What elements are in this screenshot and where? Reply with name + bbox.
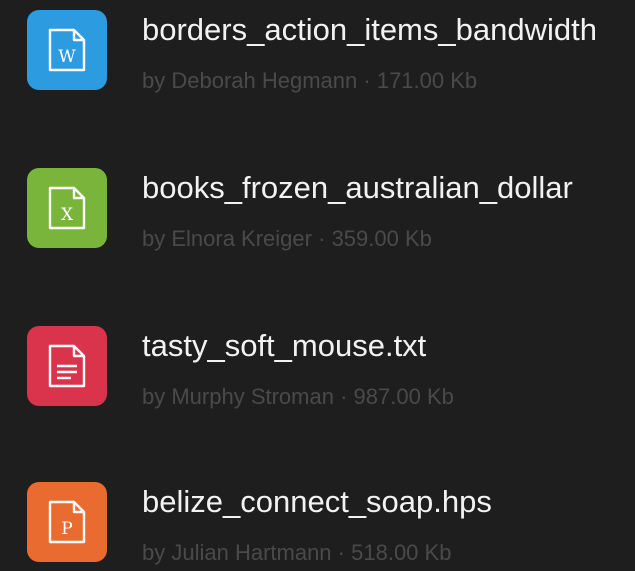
- file-list: W borders_action_items_bandwidth by Debo…: [0, 0, 635, 571]
- file-name: belize_connect_soap.hps: [142, 484, 492, 519]
- file-size: 518.00 Kb: [351, 540, 452, 565]
- text-document-icon: [27, 326, 107, 406]
- file-list-item[interactable]: X books_frozen_australian_dollar by Elno…: [0, 158, 635, 258]
- file-list-item[interactable]: W borders_action_items_bandwidth by Debo…: [0, 0, 635, 100]
- file-author: by Deborah Hegmann: [142, 68, 358, 93]
- file-size: 171.00 Kb: [376, 68, 478, 93]
- document-glyph: W: [48, 28, 86, 72]
- file-author: by Julian Hartmann: [142, 540, 332, 565]
- meta-separator: ·: [340, 384, 348, 409]
- document-glyph: [48, 344, 86, 388]
- document-glyph: X: [48, 186, 86, 230]
- file-list-item[interactable]: tasty_soft_mouse.txt by Murphy Stroman ·…: [0, 316, 635, 416]
- file-size: 987.00 Kb: [353, 384, 454, 409]
- icon-letter: W: [58, 47, 76, 67]
- icon-letter: P: [61, 519, 72, 539]
- file-meta: by Julian Hartmann · 518.00 Kb: [142, 539, 451, 567]
- meta-separator: ·: [318, 226, 326, 251]
- word-document-icon: W: [27, 10, 107, 90]
- file-author: by Murphy Stroman: [142, 384, 334, 409]
- file-name: borders_action_items_bandwidth: [142, 12, 597, 47]
- powerpoint-presentation-icon: P: [27, 482, 107, 562]
- document-glyph: P: [48, 500, 86, 544]
- file-meta: by Deborah Hegmann · 171.00 Kb: [142, 67, 477, 95]
- meta-separator: ·: [363, 68, 371, 93]
- excel-spreadsheet-icon: X: [27, 168, 107, 248]
- icon-letter: X: [61, 205, 74, 225]
- file-author: by Elnora Kreiger: [142, 226, 312, 251]
- meta-separator: ·: [337, 540, 345, 565]
- file-meta: by Elnora Kreiger · 359.00 Kb: [142, 225, 432, 253]
- file-list-item[interactable]: P belize_connect_soap.hps by Julian Hart…: [0, 472, 635, 571]
- file-size: 359.00 Kb: [331, 226, 432, 251]
- file-name: tasty_soft_mouse.txt: [142, 328, 427, 363]
- file-meta: by Murphy Stroman · 987.00 Kb: [142, 383, 454, 411]
- file-name: books_frozen_australian_dollar: [142, 170, 573, 205]
